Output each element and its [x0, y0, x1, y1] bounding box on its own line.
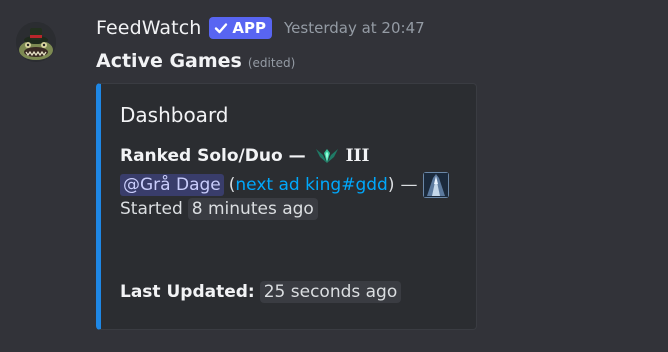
paren-open: ( [228, 175, 236, 195]
paren-close: ) [387, 175, 395, 195]
message-content: Active Games (edited) [96, 50, 295, 72]
message-header: FeedWatch APP Yesterday at 20:47 [96, 17, 425, 39]
started-timestamp[interactable]: 8 minutes ago [187, 198, 318, 220]
content-title: Active Games [96, 50, 242, 72]
player-line: @Grå Dage ( next ad king#gdd ) — [120, 172, 450, 198]
edited-label: (edited) [247, 56, 296, 70]
started-label: Started [120, 199, 183, 219]
updated-label: Last Updated: [120, 282, 255, 302]
updated-line: Last Updated: 25 seconds ago [120, 281, 402, 303]
avatar-icon [16, 22, 56, 62]
champion-portrait-icon [423, 172, 450, 198]
started-line: Started 8 minutes ago [120, 198, 318, 220]
user-mention[interactable]: @Grå Dage [120, 174, 224, 196]
riot-id-link[interactable]: next ad king#gdd [235, 175, 387, 195]
updated-timestamp[interactable]: 25 seconds ago [259, 281, 402, 303]
avatar[interactable] [16, 22, 56, 62]
username[interactable]: FeedWatch [96, 17, 201, 39]
rank-division: III [345, 146, 370, 166]
embed-title: Dashboard [120, 103, 229, 127]
queue-label: Ranked Solo/Duo — [120, 146, 306, 166]
verified-check-icon [214, 21, 228, 35]
separator: — [400, 175, 418, 195]
message: FeedWatch APP Yesterday at 20:47 Active … [0, 0, 668, 352]
queue-line: Ranked Solo/Duo — III [120, 146, 369, 166]
app-badge: APP [209, 17, 272, 39]
emerald-rank-icon [314, 147, 340, 165]
app-badge-label: APP [232, 19, 266, 37]
timestamp[interactable]: Yesterday at 20:47 [284, 19, 425, 37]
embed: Dashboard Ranked Solo/Duo — III @Grå Dag… [96, 83, 477, 330]
